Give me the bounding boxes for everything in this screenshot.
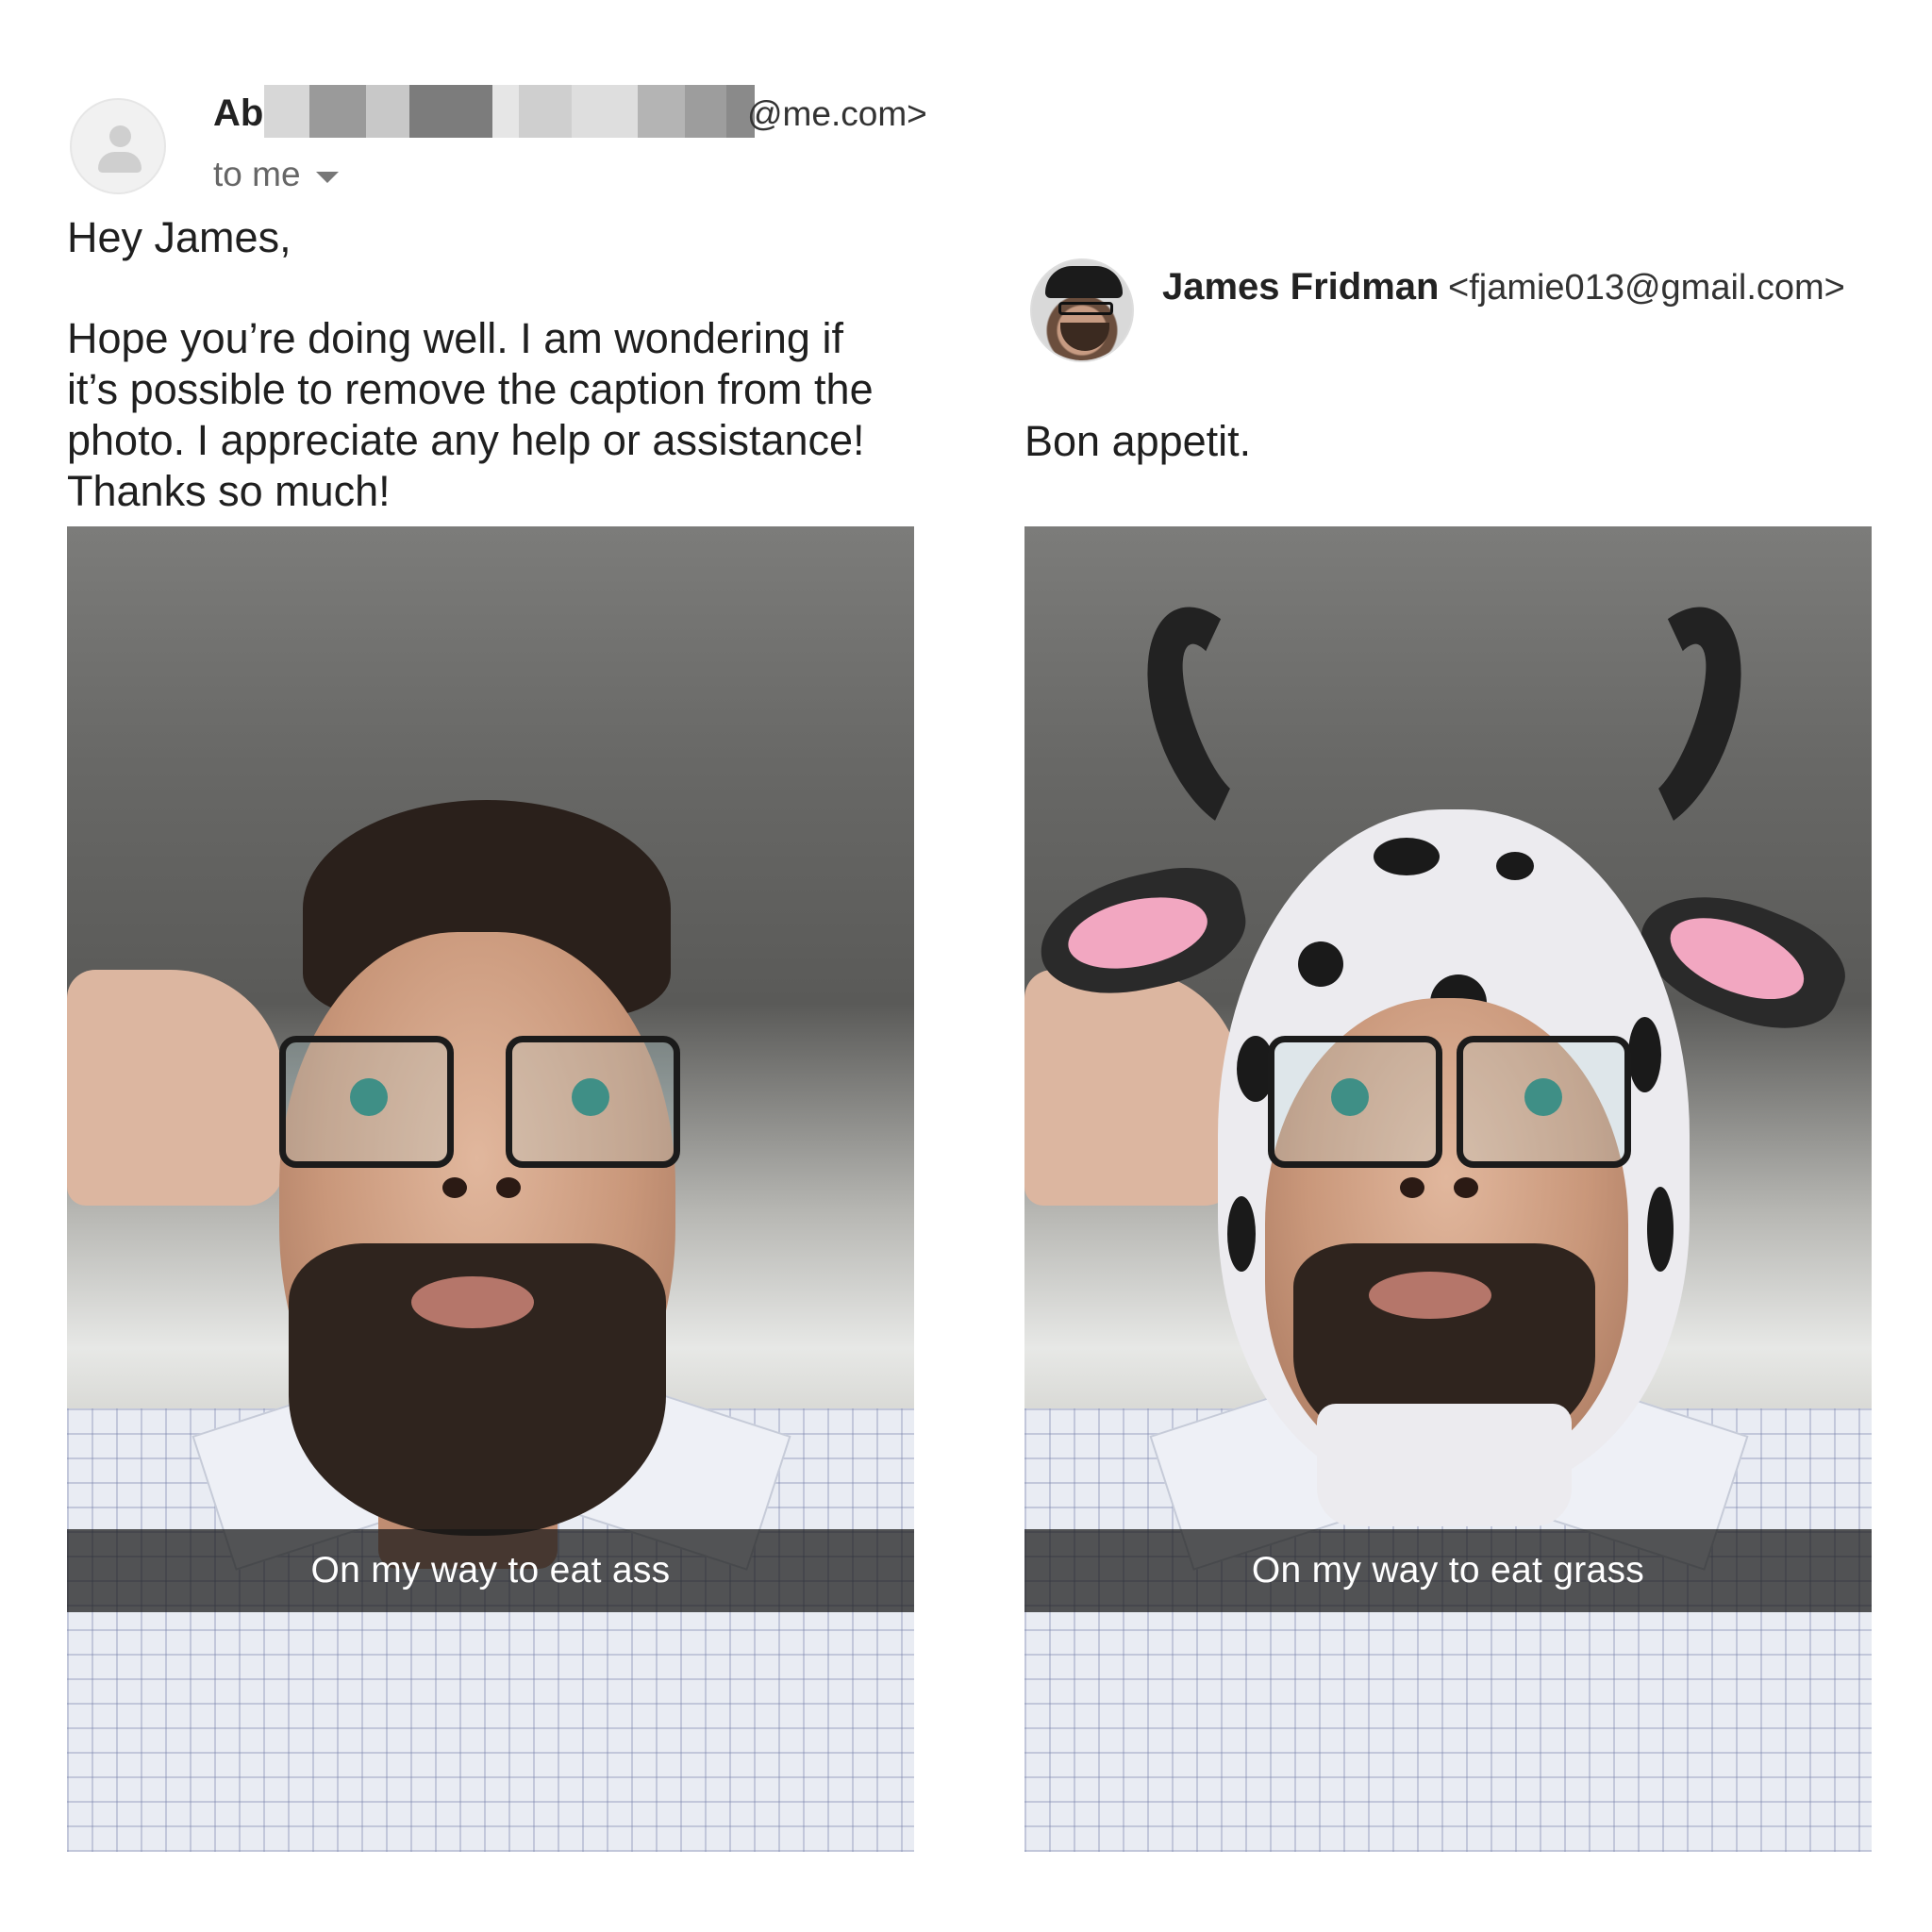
caption-text: On my way to eat grass <box>1251 1550 1645 1591</box>
avatar-glasses-shape <box>1058 302 1113 315</box>
edited-photo[interactable]: On my way to eat grass <box>1024 526 1872 1852</box>
reply-sender-name: James Fridman <box>1162 266 1440 308</box>
snapchat-caption-bar: On my way to eat ass <box>67 1529 914 1612</box>
caption-text: On my way to eat ass <box>310 1550 671 1591</box>
nostril-left <box>442 1177 467 1198</box>
eye-right <box>572 1078 609 1116</box>
recipient-label: to me <box>213 155 301 193</box>
original-photo[interactable]: On my way to eat ass <box>67 526 914 1852</box>
email-body-line: Thanks so much! <box>67 467 391 515</box>
mouth-shape <box>1369 1272 1491 1319</box>
reply-body: Bon appetit. <box>1024 417 1252 465</box>
reply-sender-email: <fjamie013@gmail.com> <box>1448 268 1845 308</box>
nostril-right <box>1454 1177 1478 1198</box>
hand-shape <box>1024 970 1241 1206</box>
hand-shape <box>67 970 284 1206</box>
eye-left <box>350 1078 388 1116</box>
nostril-right <box>496 1177 521 1198</box>
avatar-body-shape <box>98 152 142 173</box>
eye-left <box>1331 1078 1369 1116</box>
sender-email-domain: @me.com> <box>747 94 927 133</box>
caret-down-icon[interactable] <box>315 172 339 183</box>
cow-spot <box>1496 852 1534 880</box>
email-body: Hope you’re doing well. I am wondering i… <box>67 313 973 517</box>
redacted-email-pixelation <box>264 85 755 138</box>
cow-hood-chin <box>1317 1404 1572 1526</box>
nostril-left <box>1400 1177 1424 1198</box>
avatar-head-shape <box>109 125 131 147</box>
email-body-line: photo. I appreciate any help or assistan… <box>67 416 865 464</box>
snapchat-caption-bar: On my way to eat grass <box>1024 1529 1872 1612</box>
cow-spot <box>1298 941 1343 987</box>
email-greeting: Hey James, <box>67 213 291 261</box>
james-avatar[interactable] <box>1030 258 1134 362</box>
cow-horn-left <box>1120 588 1316 852</box>
cow-horn-right <box>1573 588 1769 852</box>
cow-spot <box>1628 1017 1661 1092</box>
sender-avatar-icon[interactable] <box>70 98 166 194</box>
recipient-dropdown[interactable]: to me <box>213 155 339 194</box>
email-body-line: it’s possible to remove the caption from… <box>67 365 874 413</box>
mouth-shape <box>411 1276 534 1328</box>
cow-spot <box>1374 838 1440 875</box>
eye-right <box>1524 1078 1562 1116</box>
email-body-line: Hope you’re doing well. I am wondering i… <box>67 314 843 362</box>
sender-name: Ab <box>213 92 264 134</box>
avatar-beard-shape <box>1060 323 1109 351</box>
cow-spot <box>1227 1196 1256 1272</box>
avatar-cap-shape <box>1045 266 1123 298</box>
cow-spot <box>1647 1187 1674 1272</box>
